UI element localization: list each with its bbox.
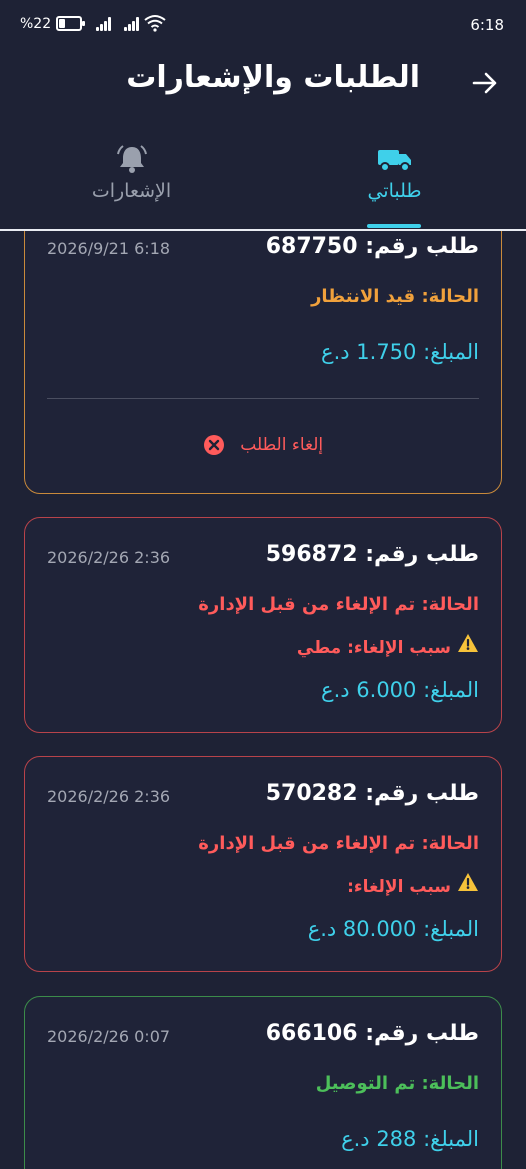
- warning-icon: [458, 873, 478, 891]
- tab-notifications[interactable]: الإشعارات: [0, 138, 263, 230]
- battery-percent: %22: [20, 16, 52, 32]
- signal-icon: [124, 16, 142, 31]
- bell-icon: [116, 145, 147, 173]
- cancel-reason: سبب الإلغاء: مطي: [297, 633, 479, 658]
- battery-icon: [56, 16, 85, 31]
- cancel-order-button[interactable]: إلغاء الطلب: [25, 434, 501, 456]
- order-card[interactable]: طلب رقم: 596872 2026/2/26 2:36 الحالة: ت…: [24, 517, 502, 733]
- order-date: 2026/9/21 6:18: [47, 239, 171, 258]
- order-date: 2026/2/26 0:07: [47, 1027, 171, 1046]
- order-card[interactable]: طلب رقم: 666106 2026/2/26 0:07 الحالة: ت…: [24, 996, 502, 1169]
- cancel-reason-text: سبب الإلغاء:: [347, 877, 451, 897]
- order-number: طلب رقم: 666106: [265, 1021, 479, 1046]
- tab-label: الإشعارات: [91, 180, 172, 202]
- order-number: طلب رقم: 596872: [265, 542, 479, 567]
- order-amount: المبلغ: 6.000 د.ع: [321, 678, 479, 702]
- screen: %22 6:18 الطلبات والإشعارات طلباتي الإشع…: [0, 0, 526, 1169]
- order-amount: المبلغ: 1.750 د.ع: [321, 340, 479, 364]
- order-amount: المبلغ: 288 د.ع: [341, 1127, 479, 1151]
- signal-icon: [96, 16, 114, 31]
- page-title: الطلبات والإشعارات: [126, 60, 420, 95]
- tab-my-orders[interactable]: طلباتي: [263, 138, 526, 230]
- cancel-reason-text: سبب الإلغاء: مطي: [296, 638, 451, 658]
- cancel-reason: سبب الإلغاء:: [347, 872, 479, 897]
- order-card[interactable]: طلب رقم: 570282 2026/2/26 2:36 الحالة: ت…: [24, 756, 502, 972]
- tab-label: طلباتي: [367, 180, 422, 202]
- order-card[interactable]: طلب رقم: 687750 2026/9/21 6:18 الحالة: ق…: [24, 231, 502, 494]
- arrow-right-icon[interactable]: [470, 68, 500, 98]
- cancel-order-label: إلغاء الطلب: [240, 435, 324, 455]
- truck-icon: [377, 150, 411, 172]
- order-number: طلب رقم: 687750: [265, 234, 479, 259]
- order-status: الحالة: قيد الانتظار: [311, 286, 479, 307]
- order-amount: المبلغ: 80.000 د.ع: [307, 917, 479, 941]
- order-status: الحالة: تم الإلغاء من قبل الإدارة: [198, 833, 479, 854]
- order-date: 2026/2/26 2:36: [47, 548, 171, 567]
- orders-list[interactable]: طلب رقم: 687750 2026/9/21 6:18 الحالة: ق…: [0, 231, 526, 1169]
- warning-icon: [458, 634, 478, 652]
- tab-bar: طلباتي الإشعارات: [0, 138, 526, 230]
- wifi-icon: [144, 15, 166, 32]
- active-tab-indicator: [367, 224, 421, 228]
- status-bar: %22 6:18: [0, 0, 526, 52]
- app-header: الطلبات والإشعارات: [0, 52, 526, 116]
- order-status: الحالة: تم التوصيل: [315, 1073, 479, 1094]
- card-divider: [47, 398, 479, 399]
- order-number: طلب رقم: 570282: [265, 781, 479, 806]
- order-status: الحالة: تم الإلغاء من قبل الإدارة: [198, 594, 479, 615]
- order-date: 2026/2/26 2:36: [47, 787, 171, 806]
- close-circle-icon: [203, 435, 224, 455]
- status-time: 6:18: [470, 16, 504, 34]
